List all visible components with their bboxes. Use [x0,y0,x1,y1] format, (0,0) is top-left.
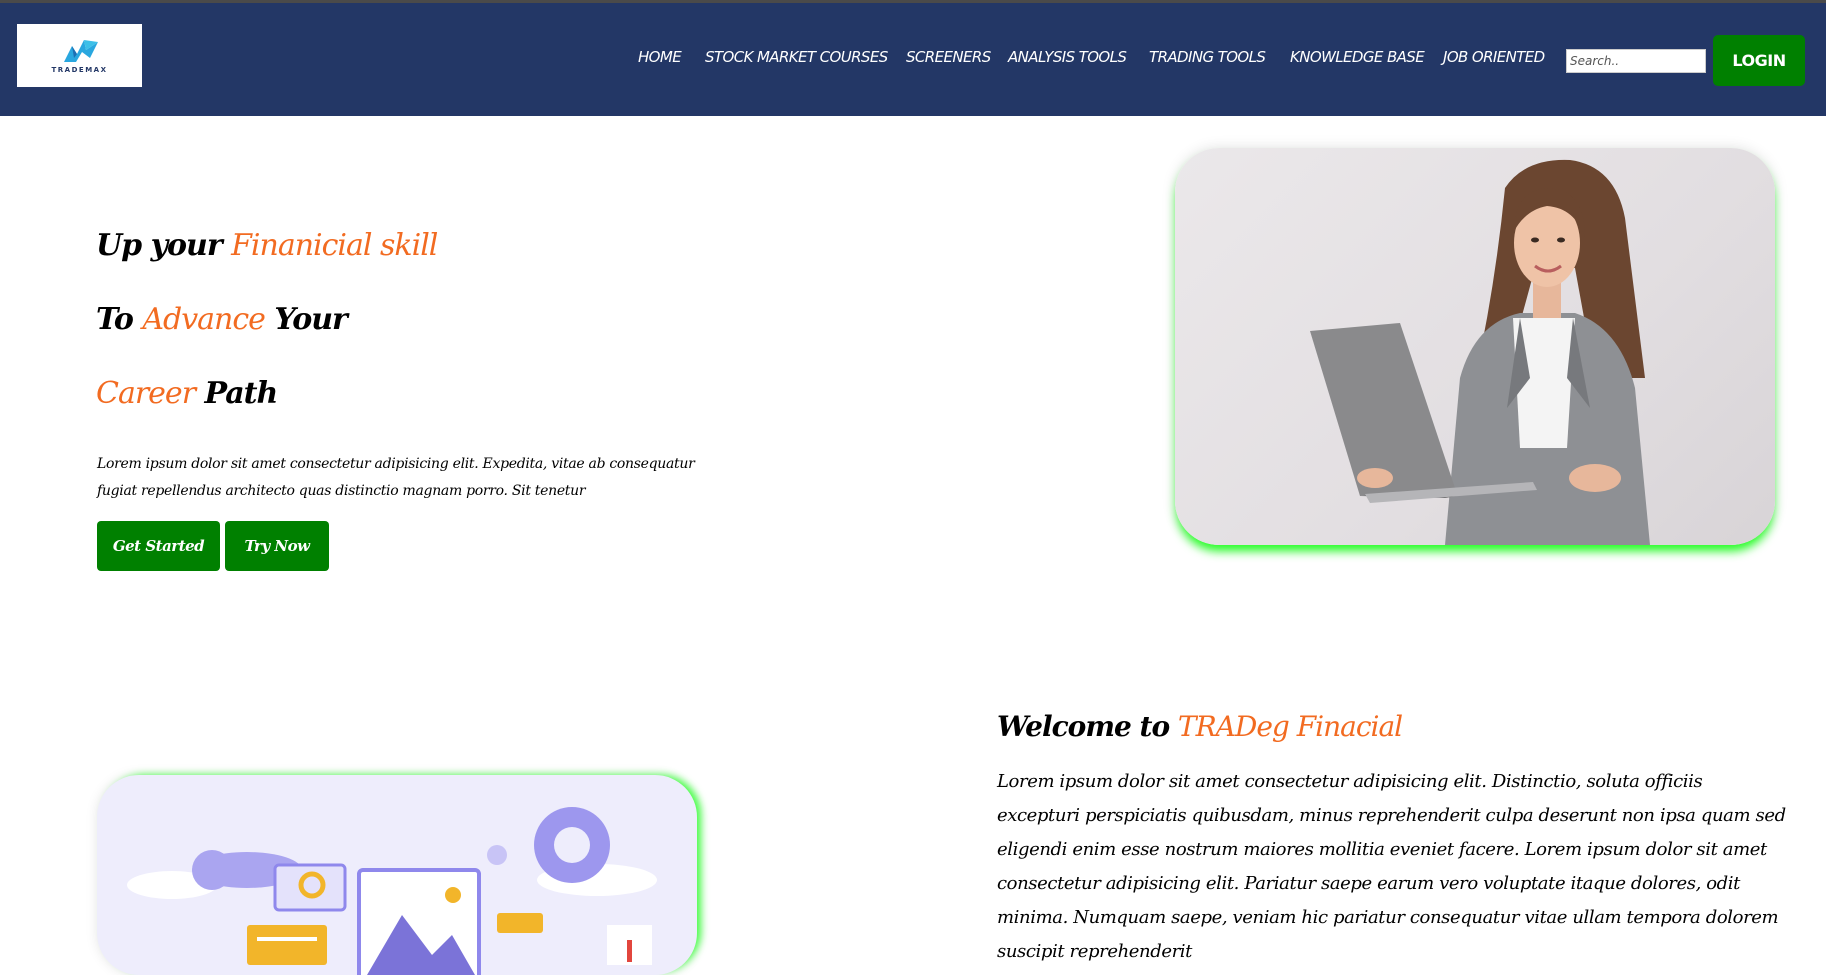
hero-heading-accent: Career [96,376,196,411]
hero-heading-text: Path [195,376,278,411]
welcome-description: Lorem ipsum dolor sit amet consectetur a… [997,771,1786,962]
logo-icon [64,40,98,62]
nav-analysis-tools[interactable]: ANALYSIS TOOLS [1008,48,1127,66]
hero-image-woman-laptop [1175,148,1775,545]
hero-heading-line-1: Up your Finanicial skill [96,228,438,263]
analytics-illustration [97,775,697,975]
hero-heading-line-3: Career Path [96,376,278,411]
nav-home[interactable]: HOME [638,48,682,66]
brand-logo[interactable]: TRADEMAX [17,24,142,87]
welcome-title-text: Welcome to [997,710,1178,743]
hero-heading-text: Up your [96,228,232,263]
hero-description: Lorem ipsum dolor sit amet consectetur a… [97,456,695,499]
try-now-button[interactable]: Try Now [225,521,329,571]
nav-knowledge-base[interactable]: KNOWLEDGE BASE [1290,48,1425,66]
navbar: TRADEMAX HOME STOCK MARKET COURSES SCREE… [0,3,1826,116]
get-started-button[interactable]: Get Started [97,521,220,571]
search-input[interactable] [1566,49,1706,73]
nav-stock-market-courses[interactable]: STOCK MARKET COURSES [705,48,888,66]
gear-icon [534,807,610,883]
hero-heading-text: To [96,302,143,337]
logo-text: TRADEMAX [51,66,108,74]
nav-screeners[interactable]: SCREENERS [906,48,991,66]
hero-heading-accent: Finanicial skill [231,228,438,263]
dashboard-illustration [127,807,657,975]
nav-trading-tools[interactable]: TRADING TOOLS [1149,48,1266,66]
welcome-title: Welcome to TRADeg Finacial [997,710,1403,743]
hero-heading-line-2: To Advance Your [96,302,348,337]
hero-heading-accent: Advance [142,302,266,337]
welcome-title-accent: TRADeg Finacial [1177,710,1403,743]
woman-laptop-illustration [1310,159,1650,545]
hero-heading-text: Your [264,302,347,337]
nav-job-oriented[interactable]: JOB ORIENTED [1443,48,1545,66]
login-button[interactable]: LOGIN [1713,35,1805,86]
